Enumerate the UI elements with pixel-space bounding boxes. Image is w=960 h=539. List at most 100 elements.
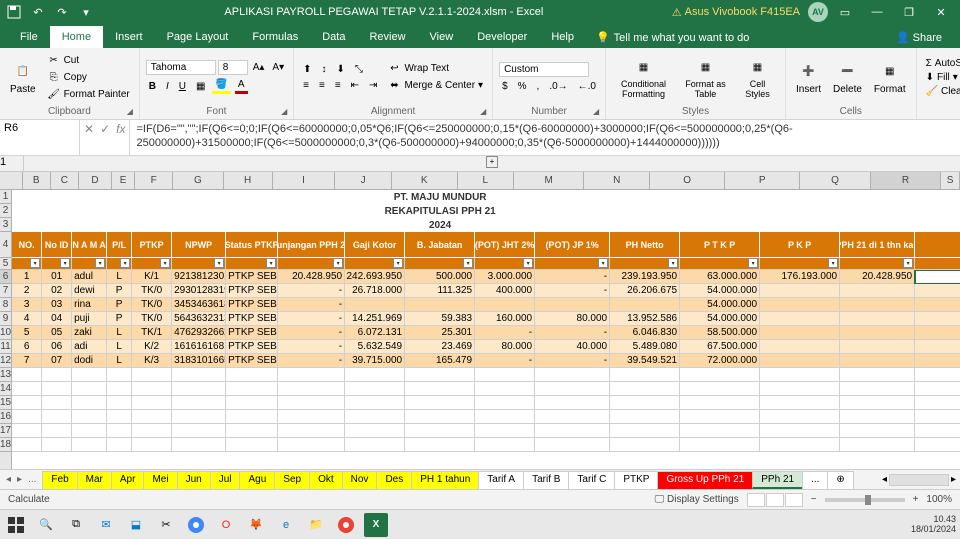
title-cell[interactable] [42, 204, 72, 218]
data-cell[interactable]: 500.000 [405, 270, 475, 284]
data-cell[interactable]: 26.718.000 [345, 284, 405, 298]
title-cell[interactable] [840, 218, 915, 232]
vscode-icon[interactable]: ⬓ [124, 513, 148, 537]
empty-cell[interactable] [405, 368, 475, 382]
empty-cell[interactable] [680, 382, 760, 396]
title-cell[interactable] [107, 190, 132, 204]
data-cell[interactable]: - [535, 354, 610, 368]
sheet-tab-feb[interactable]: Feb [42, 471, 77, 489]
title-cell[interactable] [535, 204, 610, 218]
data-cell[interactable]: 25.301 [405, 326, 475, 340]
sheet-tab-tarif-a[interactable]: Tarif A [478, 471, 524, 489]
col-header[interactable]: C [51, 172, 79, 189]
empty-cell[interactable] [42, 424, 72, 438]
share-button[interactable]: 👤Share [886, 27, 952, 48]
data-cell[interactable] [345, 298, 405, 312]
filter-cell[interactable]: ▾ [107, 258, 132, 270]
filter-cell[interactable]: ▾ [405, 258, 475, 270]
data-cell[interactable]: 5.489.080 [610, 340, 680, 354]
empty-cell[interactable] [760, 368, 840, 382]
title-cell[interactable] [12, 190, 42, 204]
excel-icon[interactable]: X [364, 513, 388, 537]
clear-button[interactable]: 🧹 Clear ▾ [923, 85, 960, 98]
empty-cell[interactable] [760, 382, 840, 396]
empty-cell[interactable] [535, 410, 610, 424]
empty-cell[interactable] [42, 368, 72, 382]
title-cell[interactable] [278, 204, 345, 218]
data-cell[interactable]: 23.469 [405, 340, 475, 354]
empty-cell[interactable] [610, 410, 680, 424]
data-cell[interactable]: PTKP SEBAGIAN [226, 270, 278, 284]
data-cell[interactable]: adi [72, 340, 107, 354]
save-icon[interactable] [4, 2, 24, 22]
data-cell[interactable]: TK/0 [132, 284, 172, 298]
filter-dropdown-icon[interactable]: ▾ [828, 258, 838, 268]
empty-cell[interactable] [278, 424, 345, 438]
title-cell[interactable] [840, 204, 915, 218]
data-cell[interactable]: - [535, 326, 610, 340]
empty-cell[interactable] [345, 438, 405, 452]
name-box-input[interactable] [4, 122, 75, 134]
table-header-cell[interactable]: (POT) JHT 2% [475, 232, 535, 258]
col-header[interactable]: H [224, 172, 273, 189]
empty-cell[interactable] [172, 438, 226, 452]
zoom-in-icon[interactable]: + [913, 494, 919, 505]
data-cell[interactable] [840, 354, 915, 368]
empty-cell[interactable] [475, 368, 535, 382]
data-cell[interactable]: 6.046.830 [610, 326, 680, 340]
accounting-format-icon[interactable]: $ [499, 80, 511, 93]
empty-cell[interactable] [915, 410, 960, 424]
data-cell[interactable]: 03 [42, 298, 72, 312]
col-header[interactable]: Q [800, 172, 870, 189]
title-cell[interactable] [680, 190, 760, 204]
data-cell[interactable]: 345346361815 [172, 298, 226, 312]
title-cell[interactable] [915, 204, 960, 218]
data-cell[interactable] [915, 354, 960, 368]
sheet-tab-ptkp[interactable]: PTKP [614, 471, 658, 489]
empty-cell[interactable] [610, 368, 680, 382]
empty-cell[interactable] [405, 396, 475, 410]
empty-cell[interactable] [840, 368, 915, 382]
empty-cell[interactable] [345, 396, 405, 410]
align-bottom-icon[interactable]: ⬇ [334, 63, 348, 76]
merge-center-button[interactable]: ⬌Merge & Center ▾ [384, 78, 486, 94]
hscroll-right-icon[interactable]: ▸ [951, 474, 956, 485]
empty-cell[interactable] [132, 424, 172, 438]
border-button[interactable]: ▦ [193, 78, 208, 94]
data-cell[interactable]: 54.000.000 [680, 298, 760, 312]
zoom-slider[interactable] [825, 498, 905, 502]
col-header[interactable]: I [273, 172, 336, 189]
data-cell[interactable]: 3.000.000 [475, 270, 535, 284]
data-cell[interactable]: PTKP SEBAGIAN [226, 354, 278, 368]
empty-cell[interactable] [535, 424, 610, 438]
indent-increase-icon[interactable]: ⇥ [366, 79, 380, 92]
filter-dropdown-icon[interactable]: ▾ [95, 258, 105, 268]
data-cell[interactable]: 160.000 [475, 312, 535, 326]
empty-cell[interactable] [72, 382, 107, 396]
data-cell[interactable] [475, 298, 535, 312]
table-header-cell[interactable] [915, 232, 960, 258]
empty-cell[interactable] [42, 410, 72, 424]
row-header[interactable]: 11 [0, 340, 11, 354]
tab-view[interactable]: View [418, 26, 466, 48]
sheet-tab-tarif-b[interactable]: Tarif B [523, 471, 569, 489]
empty-cell[interactable] [475, 424, 535, 438]
filter-dropdown-icon[interactable]: ▾ [903, 258, 913, 268]
data-cell[interactable]: 58.500.000 [680, 326, 760, 340]
empty-cell[interactable] [172, 368, 226, 382]
empty-cell[interactable] [405, 438, 475, 452]
data-cell[interactable] [760, 326, 840, 340]
data-cell[interactable]: - [278, 340, 345, 354]
increase-decimal-icon[interactable]: .0→ [546, 80, 570, 93]
data-cell[interactable]: PTKP SEBAGIAN [226, 326, 278, 340]
data-cell[interactable]: 20.428.950 [840, 270, 915, 284]
bold-button[interactable]: B [146, 78, 159, 94]
filter-cell[interactable]: ▾ [72, 258, 107, 270]
empty-cell[interactable] [72, 410, 107, 424]
title-cell[interactable] [132, 190, 172, 204]
alignment-dialog-launcher[interactable]: ◢ [480, 107, 490, 117]
data-cell[interactable]: 80.000 [475, 340, 535, 354]
firefox-icon[interactable]: 🦊 [244, 513, 268, 537]
filter-cell[interactable]: ▾ [610, 258, 680, 270]
empty-cell[interactable] [475, 410, 535, 424]
